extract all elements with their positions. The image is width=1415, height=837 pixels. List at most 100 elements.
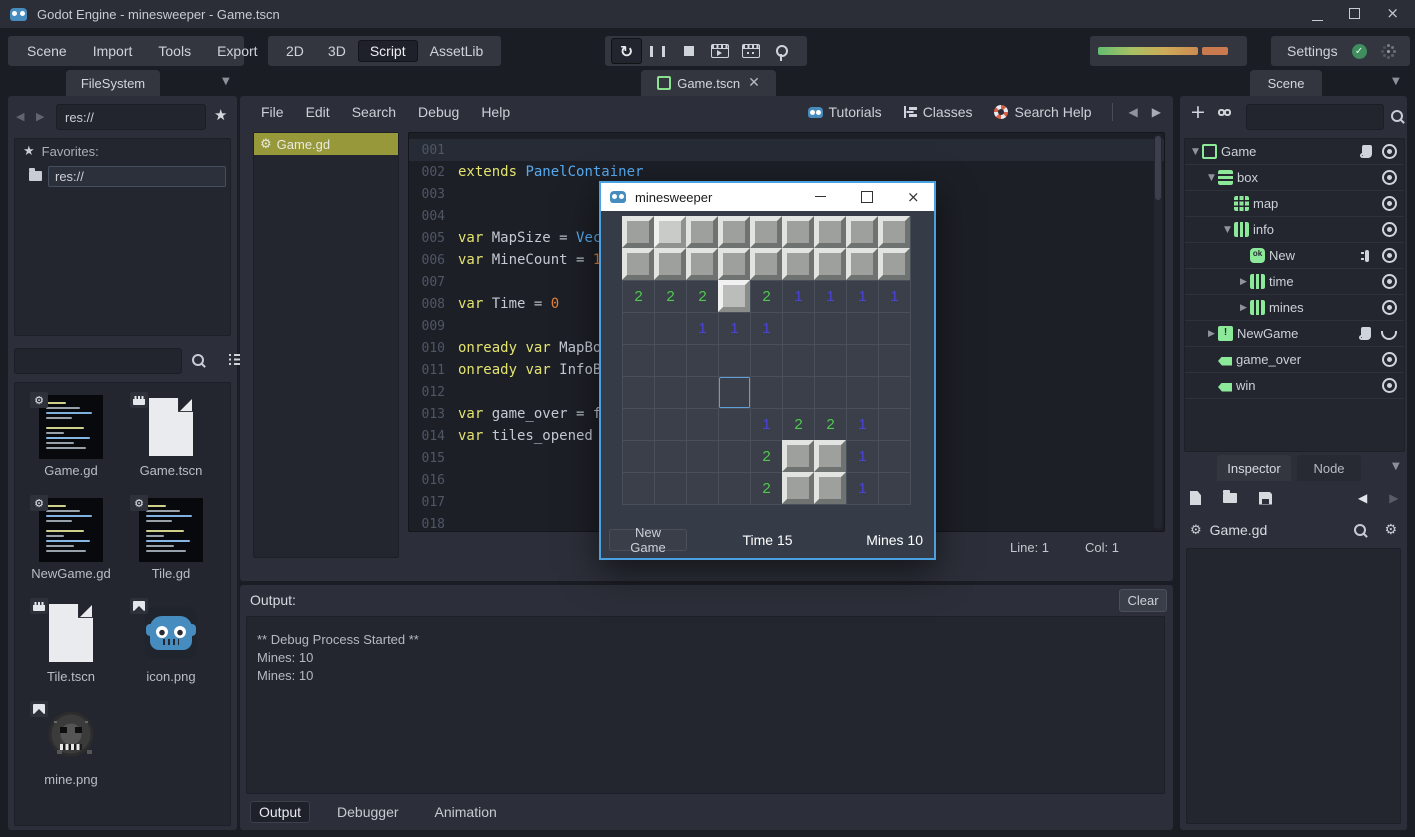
ms-cell-r6c8[interactable] [879,409,911,441]
bottom-tab-debugger[interactable]: Debugger [328,801,408,823]
ms-cell-r0c8[interactable] [879,217,911,249]
script-history-forward-icon[interactable]: ▶ [1152,105,1161,119]
bottom-tab-animation[interactable]: Animation [426,801,506,823]
visibility-eye-icon[interactable] [1382,378,1397,393]
ms-cell-r0c1[interactable] [655,217,687,249]
visibility-eye-icon[interactable] [1382,248,1397,263]
load-resource-icon[interactable] [1223,493,1237,503]
visibility-eye-icon[interactable] [1382,196,1397,211]
ms-cell-r8c4[interactable]: 2 [751,473,783,505]
file-item-tile-tscn[interactable]: Tile.tscn [21,601,121,684]
visibility-eye-icon[interactable] [1382,170,1397,185]
scene-node-game_over[interactable]: game_over [1185,347,1404,373]
covered-tile[interactable] [622,248,654,280]
covered-tile[interactable] [750,248,782,280]
ms-cell-r4c7[interactable] [847,345,879,377]
covered-tile[interactable] [782,440,814,472]
ms-cell-r1c4[interactable] [751,249,783,281]
ms-cell-r5c0[interactable] [623,377,655,409]
favorite-toggle-icon[interactable]: ★ [214,106,227,124]
ms-cell-r7c6[interactable] [815,441,847,473]
script-menu-search[interactable]: Search [341,104,407,120]
covered-tile[interactable] [782,248,814,280]
inspector-search-icon[interactable] [1354,524,1366,536]
covered-tile[interactable] [782,472,814,504]
ms-cell-r2c7[interactable]: 1 [847,281,879,313]
ms-cell-r7c5[interactable] [783,441,815,473]
visibility-eye-icon[interactable] [1382,352,1397,367]
ms-cell-r5c4[interactable] [751,377,783,409]
scene-filter-input[interactable] [1246,104,1384,130]
ms-cell-r6c7[interactable]: 1 [847,409,879,441]
ms-cell-r5c2[interactable] [687,377,719,409]
ms-cell-r2c1[interactable]: 2 [655,281,687,313]
ms-cell-r2c4[interactable]: 2 [751,281,783,313]
ms-cell-r8c2[interactable] [687,473,719,505]
visibility-eye-icon[interactable] [1382,274,1397,289]
file-item-mine-png[interactable]: mine.png [21,704,121,787]
ms-cell-r3c0[interactable] [623,313,655,345]
covered-tile[interactable] [846,216,878,248]
ms-cell-r3c3[interactable]: 1 [719,313,751,345]
ms-cell-r7c4[interactable]: 2 [751,441,783,473]
ms-cell-r8c1[interactable] [655,473,687,505]
ms-cell-r5c8[interactable] [879,377,911,409]
window-minimize-button[interactable] [1312,20,1323,21]
workspace-tab-2d[interactable]: 2D [274,40,316,62]
ms-cell-r8c7[interactable]: 1 [847,473,879,505]
ms-cell-r6c3[interactable] [719,409,751,441]
save-resource-icon[interactable] [1259,492,1272,505]
tree-collapse-icon[interactable]: ▼ [1189,147,1202,157]
ms-cell-r5c1[interactable] [655,377,687,409]
scene-search-icon[interactable] [1391,110,1403,122]
file-item-game-tscn[interactable]: Game.tscn [121,395,221,478]
ms-cell-r4c6[interactable] [815,345,847,377]
ms-cell-r1c3[interactable] [719,249,751,281]
workspace-tab-3d[interactable]: 3D [316,40,358,62]
inspector-tools-icon[interactable]: ⚙ [1384,522,1397,538]
bottom-tab-output[interactable]: Output [250,801,310,823]
ms-cell-r6c4[interactable]: 1 [751,409,783,441]
play-custom-scene-button[interactable] [735,38,766,64]
visibility-eye-icon[interactable] [1382,300,1397,315]
scene-node-box[interactable]: ▼box [1185,165,1404,191]
play-scene-button[interactable] [704,38,735,64]
ms-cell-r2c0[interactable]: 2 [623,281,655,313]
script-menu-edit[interactable]: Edit [295,104,341,120]
code-line[interactable]: 002extends PanelContainer [409,161,1164,183]
ms-cell-r7c3[interactable] [719,441,751,473]
ms-cell-r1c5[interactable] [783,249,815,281]
scene-node-mines[interactable]: ▶mines [1185,295,1404,321]
ms-cell-r6c2[interactable] [687,409,719,441]
tab-scene-game-tscn[interactable]: Game.tscn ✕ [641,70,776,96]
tree-collapse-icon[interactable]: ▼ [1221,225,1234,235]
attached-script-icon[interactable] [1361,327,1371,340]
ms-cell-r1c8[interactable] [879,249,911,281]
ms-cell-r4c4[interactable] [751,345,783,377]
covered-tile[interactable] [654,216,686,248]
ms-cell-r4c8[interactable] [879,345,911,377]
ms-cell-r4c2[interactable] [687,345,719,377]
scene-node-new[interactable]: New [1185,243,1404,269]
ms-cell-r5c3[interactable] [719,377,751,409]
minesweeper-close-button[interactable]: × [907,188,920,206]
attached-script-icon[interactable] [1362,145,1372,158]
script-menu-debug[interactable]: Debug [407,104,470,120]
tab-node[interactable]: Node [1297,455,1361,481]
favorite-item-res[interactable]: res:// [15,163,230,189]
ms-cell-r1c0[interactable] [623,249,655,281]
ms-cell-r2c2[interactable]: 2 [687,281,719,313]
visibility-eye-icon[interactable] [1382,144,1397,159]
ms-cell-r6c5[interactable]: 2 [783,409,815,441]
tree-expand-icon[interactable]: ▶ [1237,303,1250,313]
fs-forward-icon[interactable]: ▶ [36,110,44,123]
ms-cell-r3c5[interactable] [783,313,815,345]
window-close-button[interactable]: × [1386,8,1399,21]
inspector-back-icon[interactable]: ◀ [1358,491,1367,505]
visibility-eye-icon[interactable] [1382,222,1397,237]
fs-path-input[interactable] [56,104,206,130]
stop-button[interactable] [673,38,704,64]
workspace-tab-assetlib[interactable]: AssetLib [418,40,496,62]
minesweeper-minimize-button[interactable] [815,196,826,197]
filesystem-dock-menu-icon[interactable]: ▼ [222,76,230,87]
